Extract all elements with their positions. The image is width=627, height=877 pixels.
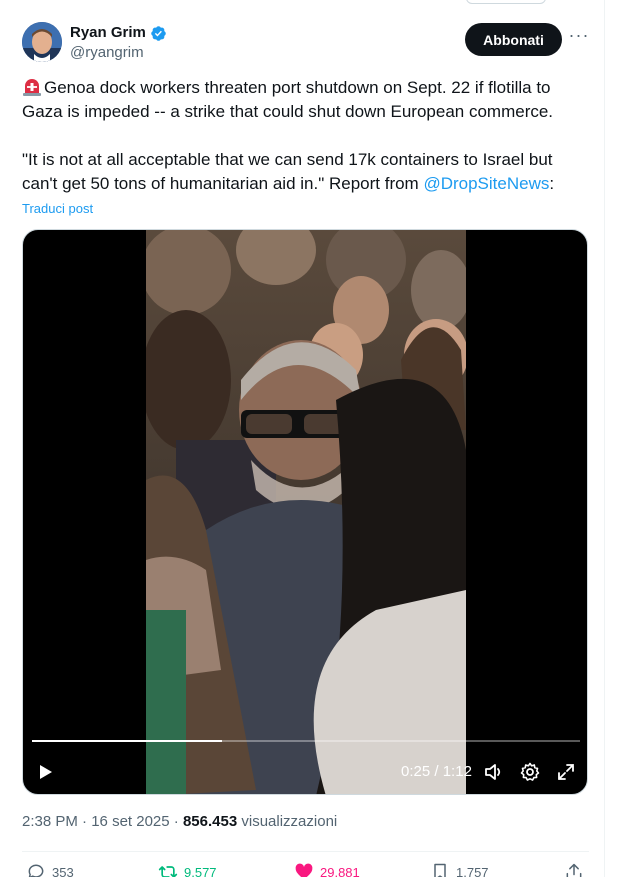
repost-button[interactable]: 9.577 xyxy=(158,862,217,877)
author-display-name-row[interactable]: Ryan Grim xyxy=(70,23,167,43)
share-icon xyxy=(566,863,582,877)
settings-icon[interactable] xyxy=(520,762,540,782)
tweet-paragraph-1: Genoa dock workers threaten port shutdow… xyxy=(22,76,587,124)
action-bar: 353 9.577 29.881 1.757 xyxy=(22,860,589,877)
video-time: 0:25 / 1:12 xyxy=(401,762,472,782)
bookmark-count: 1.757 xyxy=(456,864,489,877)
video-controls: 0:25 / 1:12 xyxy=(23,754,587,790)
divider xyxy=(22,851,589,852)
verified-badge-icon[interactable] xyxy=(150,25,167,42)
tweet-header: Ryan Grim @ryangrim Abbonati ··· xyxy=(22,22,589,62)
bookmark-button[interactable]: 1.757 xyxy=(430,862,489,877)
meta-dot-2: · xyxy=(173,813,179,830)
fullscreen-icon[interactable] xyxy=(556,762,576,782)
repost-icon xyxy=(158,866,178,877)
mention-link[interactable]: @DropSiteNews xyxy=(423,174,549,193)
video-progress-fill xyxy=(32,740,223,742)
volume-icon[interactable] xyxy=(484,762,504,782)
follow-button[interactable]: Abbonati xyxy=(465,23,562,56)
reply-count: 353 xyxy=(52,864,74,877)
avatar[interactable] xyxy=(22,22,62,62)
tweet-line-2-end: : xyxy=(549,174,555,193)
play-icon[interactable] xyxy=(35,762,55,782)
like-count: 29.881 xyxy=(320,864,360,877)
views-count: 856.453 xyxy=(182,813,238,830)
tweet-paragraph-2: "It is not at all acceptable that we can… xyxy=(22,148,587,196)
repost-count: 9.577 xyxy=(184,864,217,877)
video-frame[interactable] xyxy=(146,230,466,794)
video-time-separator: / xyxy=(434,763,439,780)
video-duration: 1:12 xyxy=(442,763,472,780)
rotating-light-emoji xyxy=(23,79,41,96)
reply-icon xyxy=(28,864,44,877)
tweet-line-1: Genoa dock workers threaten port shutdow… xyxy=(22,78,554,121)
post-meta: 2:38 PM · 16 set 2025 · 856.453 visualiz… xyxy=(22,812,337,832)
video-player[interactable]: 0:25 / 1:12 xyxy=(22,229,588,795)
tweet-text: Genoa dock workers threaten port shutdow… xyxy=(22,76,587,196)
views-label: visualizzazioni xyxy=(241,813,338,830)
author-names: Ryan Grim @ryangrim xyxy=(70,23,167,63)
video-progress-bar[interactable] xyxy=(32,740,580,742)
post-date[interactable]: 16 set 2025 xyxy=(91,813,169,830)
heart-icon xyxy=(295,863,313,877)
bookmark-icon xyxy=(434,863,446,877)
previous-button-edge xyxy=(466,0,546,4)
translate-post-link[interactable]: Traduci post xyxy=(22,201,93,216)
post-time[interactable]: 2:38 PM xyxy=(22,813,78,830)
more-horizontal-icon[interactable]: ··· xyxy=(568,26,590,50)
like-button[interactable]: 29.881 xyxy=(294,862,360,877)
video-current-time: 0:25 xyxy=(401,763,431,780)
reply-button[interactable]: 353 xyxy=(26,862,74,877)
author-display-name[interactable]: Ryan Grim xyxy=(70,23,146,43)
share-button[interactable] xyxy=(564,862,584,877)
author-handle[interactable]: @ryangrim xyxy=(70,43,167,63)
meta-dot-1: · xyxy=(82,813,88,830)
